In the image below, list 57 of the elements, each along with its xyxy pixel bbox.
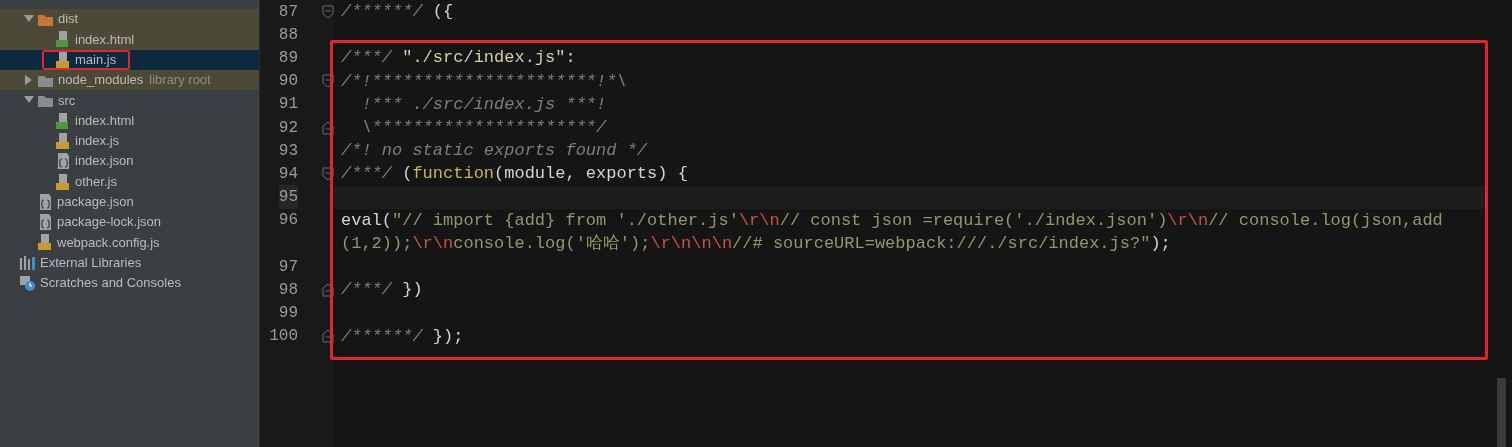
tree-item[interactable]: package-lock.json bbox=[0, 211, 259, 233]
js-file-icon bbox=[38, 234, 52, 251]
tree-item[interactable]: index.html bbox=[0, 29, 259, 50]
code-line: /*! no static exports found */ bbox=[340, 140, 649, 163]
tree-item[interactable]: other.js bbox=[0, 171, 259, 192]
tree-item[interactable]: index.json bbox=[0, 151, 259, 172]
scrollbar-thumb[interactable] bbox=[1497, 378, 1506, 447]
line-number: 91 bbox=[278, 94, 298, 116]
fold-icon bbox=[322, 166, 334, 181]
line-number: 92 bbox=[278, 117, 298, 139]
fold-icon bbox=[322, 282, 334, 297]
code-line: /******/ ({ bbox=[340, 1, 455, 23]
tree-item-note: library root bbox=[149, 71, 211, 90]
code-line: /******/ }); bbox=[340, 325, 465, 348]
html-file-icon bbox=[56, 31, 70, 48]
code-line: /***/ }) bbox=[340, 279, 424, 302]
fold-icon bbox=[322, 74, 334, 89]
code-line: /*!**********************!*\ bbox=[340, 70, 628, 93]
tree-item[interactable]: index.html bbox=[0, 110, 259, 131]
js-file-icon bbox=[56, 132, 70, 149]
json-file-icon bbox=[38, 214, 52, 231]
line-number: 87 bbox=[278, 1, 298, 23]
code-line: /***/ (function(module, exports) { bbox=[340, 163, 689, 186]
code-line: /***/ "./src/index.js": bbox=[340, 47, 577, 70]
line-number: 95 bbox=[278, 185, 298, 210]
js-file-icon bbox=[56, 173, 70, 190]
tree-item[interactable]: index.js bbox=[0, 130, 259, 152]
line-number: 96 bbox=[278, 210, 298, 232]
tree-item[interactable]: src bbox=[0, 90, 259, 111]
library-icon bbox=[20, 255, 35, 270]
line-number: 94 bbox=[278, 163, 298, 185]
fold-icon bbox=[322, 4, 334, 19]
code-line: eval("// import {add} from './other.js'\r\n// const json =require('./index.json')\r\n// console.log(json,add (1,2));\r\nconsole.log('哈哈');\r\n\n\n//# sourceURL=webpack:///./src/index.js?"); bbox=[340, 209, 1444, 255]
line-number: 99 bbox=[278, 303, 298, 325]
tree-item[interactable]: External Libraries bbox=[0, 252, 259, 273]
line-number: 89 bbox=[278, 47, 298, 69]
line-number: 88 bbox=[278, 24, 298, 46]
tree-item[interactable]: dist bbox=[0, 9, 259, 30]
code-line: \**********************/ bbox=[360, 117, 608, 139]
line-number: 98 bbox=[278, 279, 298, 301]
tree-item[interactable]: webpack.config.js bbox=[0, 232, 259, 253]
tree-item[interactable]: package.json bbox=[0, 191, 259, 212]
line-number: 93 bbox=[278, 140, 298, 162]
js-file-icon bbox=[56, 51, 70, 68]
fold-icon bbox=[322, 120, 334, 135]
code-line: !*** ./src/index.js ***! bbox=[360, 93, 608, 116]
fold-icon bbox=[322, 329, 334, 344]
line-number: 100 bbox=[269, 326, 298, 348]
line-number: 97 bbox=[278, 256, 298, 278]
tree-item[interactable]: main.js bbox=[0, 49, 259, 70]
line-number: 90 bbox=[278, 71, 298, 93]
html-file-icon bbox=[56, 112, 70, 129]
tree-item[interactable]: node_modules library root bbox=[0, 69, 259, 91]
scratch-console-icon bbox=[20, 275, 35, 291]
json-file-icon bbox=[38, 193, 52, 210]
tree-item[interactable]: Scratches and Consoles bbox=[0, 272, 259, 294]
json-file-icon bbox=[56, 153, 70, 170]
